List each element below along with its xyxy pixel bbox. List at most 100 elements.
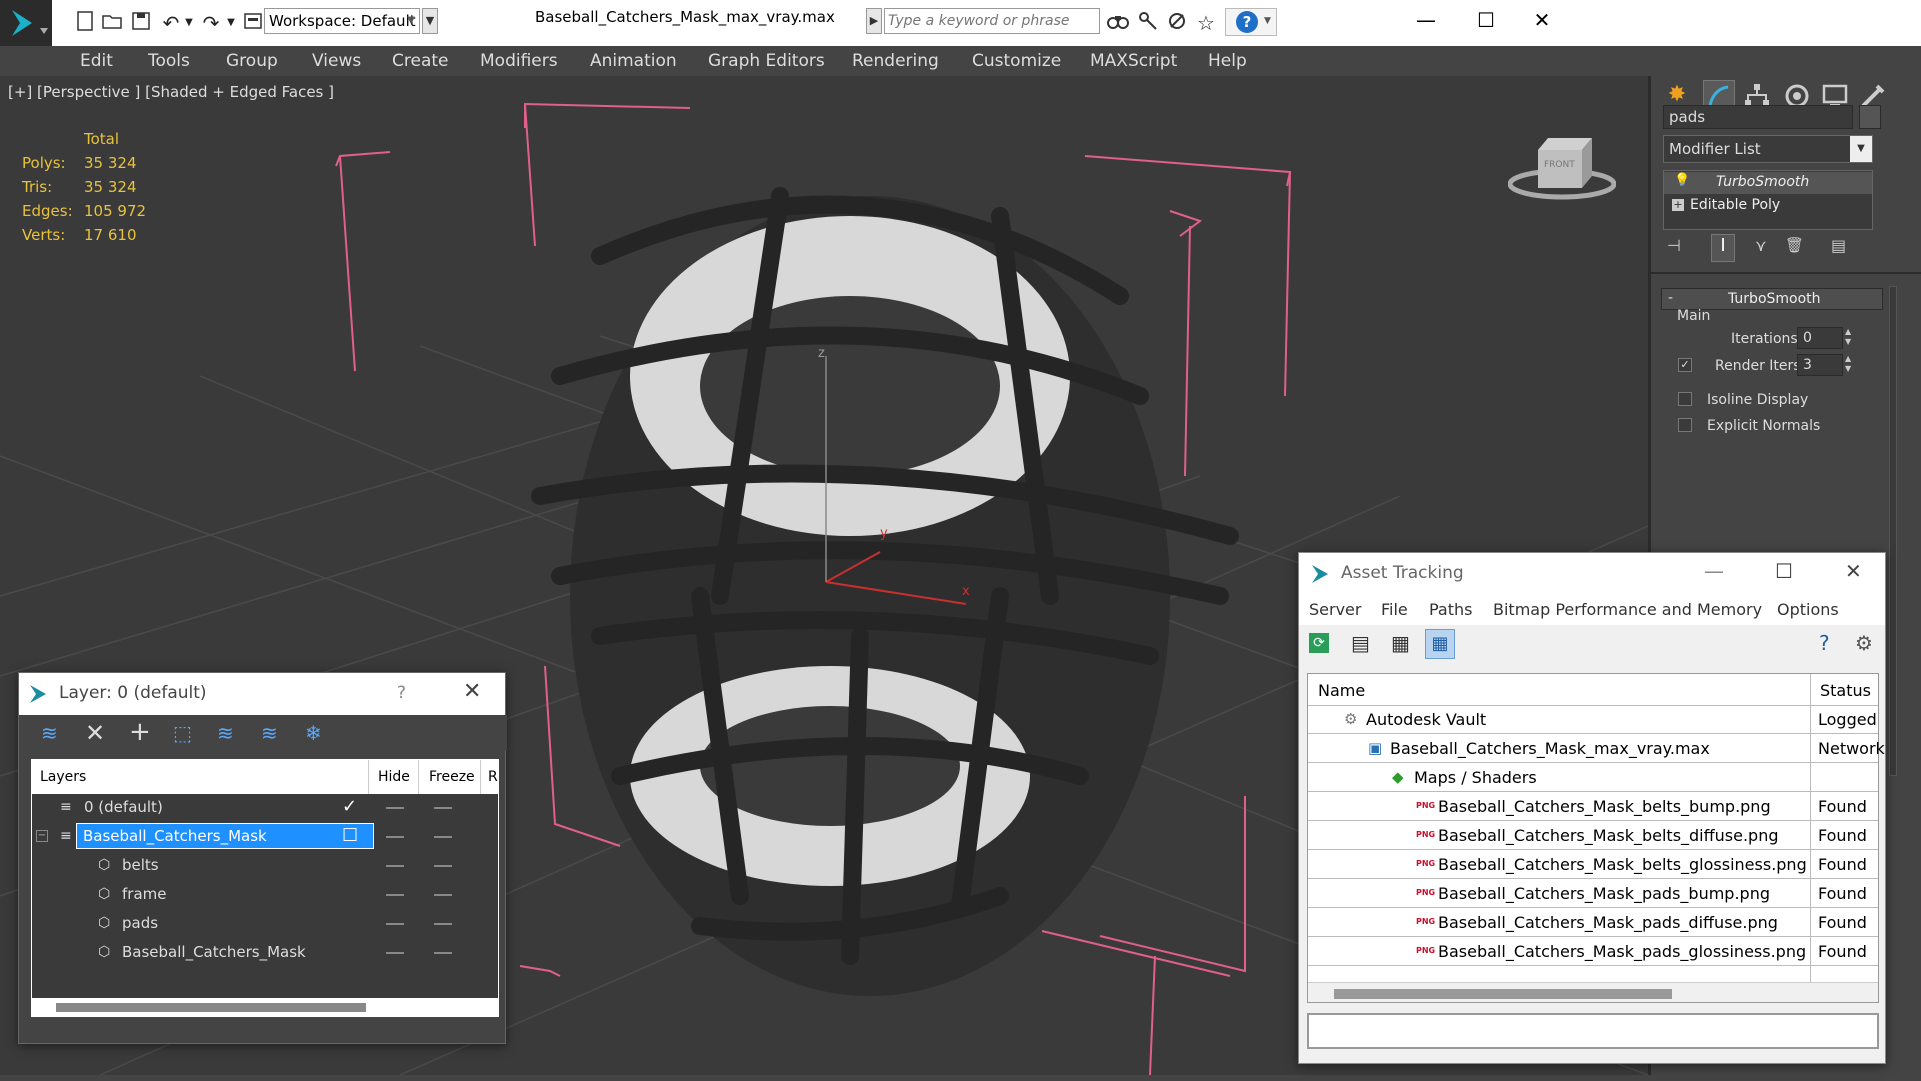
add-to-layer-icon[interactable]: +	[129, 717, 151, 747]
asset-row[interactable]: PNG Baseball_Catchers_Mask_belts_glossine…	[1308, 851, 1878, 879]
render-iters-spinner[interactable]: 3	[1797, 354, 1843, 376]
close-button[interactable]: ✕	[1512, 0, 1572, 40]
asset-table-scrollbar[interactable]	[1308, 982, 1878, 1002]
layer-name[interactable]: belts	[122, 856, 159, 874]
layer-list-scrollbar[interactable]	[32, 998, 498, 1016]
column-header-render[interactable]: R	[488, 769, 498, 785]
help-button[interactable]: ?	[397, 683, 406, 703]
asset-menu-file[interactable]: File	[1381, 600, 1408, 619]
select-layer-icon[interactable]: ⬚	[173, 721, 192, 745]
configure-sets-icon[interactable]: ▤	[1831, 236, 1855, 260]
asset-row[interactable]: PNG Baseball_Catchers_Mask_pads_diffuse.p…	[1308, 909, 1878, 937]
layer-name[interactable]: 0 (default)	[84, 798, 163, 816]
asset-menu-bitmap-performance-and-memory[interactable]: Bitmap Performance and Memory	[1493, 600, 1762, 619]
explicit-normals-checkbox[interactable]	[1678, 418, 1692, 432]
menu-rendering[interactable]: Rendering	[852, 51, 939, 71]
asset-menu-server[interactable]: Server	[1309, 600, 1361, 619]
pin-stack-icon[interactable]: ⊣	[1667, 236, 1691, 260]
hide-toggle[interactable]	[386, 865, 404, 867]
list-view-icon[interactable]: ▤	[1351, 631, 1370, 655]
freeze-toggle[interactable]	[434, 836, 452, 838]
hide-toggle[interactable]	[386, 894, 404, 896]
menu-tools[interactable]: Tools	[148, 51, 190, 71]
iterations-spinner[interactable]: 0	[1797, 327, 1843, 349]
menu-edit[interactable]: Edit	[80, 51, 113, 71]
object-color-swatch[interactable]	[1859, 105, 1881, 129]
workspace-dropdown[interactable]: Workspace: Default ▼	[264, 8, 420, 34]
new-layer-icon[interactable]: ≋	[41, 721, 58, 745]
open-file-icon[interactable]	[100, 10, 126, 36]
freeze-toggle[interactable]	[434, 894, 452, 896]
iterations-spinner-arrows[interactable]: ▲ ▼	[1845, 327, 1851, 347]
layer-row[interactable]: − ≡ Baseball_Catchers_Mask ☐	[32, 823, 498, 851]
freeze-toggle[interactable]	[434, 952, 452, 954]
new-file-icon[interactable]	[72, 10, 98, 36]
table-view-icon[interactable]: ▦	[1425, 629, 1455, 659]
refresh-icon[interactable]: ⟳	[1309, 633, 1329, 653]
asset-path-field[interactable]	[1307, 1013, 1879, 1049]
asset-menu-options[interactable]: Options	[1777, 600, 1839, 619]
asset-menu-paths[interactable]: Paths	[1429, 600, 1472, 619]
search-input[interactable]	[884, 8, 1100, 34]
highlight-layer-icon[interactable]: ≋	[217, 721, 234, 745]
maximize-button[interactable]: ☐	[1775, 559, 1793, 583]
asset-row[interactable]: ◆ Maps / Shaders	[1308, 764, 1878, 792]
star-icon[interactable]: ☆	[1193, 10, 1219, 36]
layer-name[interactable]: pads	[122, 914, 158, 932]
scrollbar-thumb[interactable]	[56, 1003, 366, 1012]
column-header-status[interactable]: Status	[1820, 681, 1871, 700]
set-current-layer-icon[interactable]: ☐	[342, 825, 358, 846]
delete-layer-icon[interactable]: ✕	[85, 719, 105, 747]
scrollbar-thumb[interactable]	[1334, 989, 1672, 999]
hide-toggle[interactable]	[386, 836, 404, 838]
minimize-button[interactable]: —	[1396, 0, 1456, 40]
workspace-menu-button[interactable]: ▼	[422, 8, 438, 34]
hide-toggle[interactable]	[386, 807, 404, 809]
render-iters-checkbox[interactable]: ✓	[1678, 358, 1692, 372]
menu-create[interactable]: Create	[392, 51, 449, 71]
make-unique-icon[interactable]: ⋎	[1755, 236, 1779, 260]
layer-name[interactable]: Baseball_Catchers_Mask	[76, 823, 374, 849]
hide-all-layers-icon[interactable]: ≋	[261, 721, 278, 745]
asset-row[interactable]: PNG Baseball_Catchers_Mask_belts_bump.png…	[1308, 793, 1878, 821]
column-header-freeze[interactable]: Freeze	[429, 769, 475, 785]
object-name-field[interactable]: pads	[1663, 105, 1853, 129]
layer-row[interactable]: ⬡ Baseball_Catchers_Mask	[32, 939, 498, 967]
save-file-icon[interactable]	[128, 10, 154, 36]
maximize-button[interactable]: ☐	[1456, 0, 1516, 40]
column-header-layers[interactable]: Layers	[40, 769, 86, 785]
menu-group[interactable]: Group	[226, 51, 278, 71]
command-panel-scrollbar[interactable]	[1889, 286, 1897, 776]
close-button[interactable]: ✕	[1845, 559, 1862, 583]
project-folder-icon[interactable]	[240, 10, 266, 36]
layer-row[interactable]: ⬡ belts	[32, 852, 498, 880]
modifier-list-dropdown[interactable]: Modifier List ▼	[1663, 135, 1873, 163]
menu-animation[interactable]: Animation	[590, 51, 677, 71]
freeze-all-layers-icon[interactable]: ❄	[305, 721, 322, 745]
layer-row[interactable]: ⬡ frame	[32, 881, 498, 909]
viewcube[interactable]: FRONT	[1507, 130, 1617, 200]
vault-settings-icon[interactable]: ⚙	[1855, 631, 1873, 655]
app-logo-icon[interactable]	[0, 0, 52, 46]
no-account-icon[interactable]	[1164, 10, 1190, 36]
stack-item-turbosmooth[interactable]: 💡 TurboSmooth	[1664, 172, 1872, 194]
freeze-toggle[interactable]	[434, 807, 452, 809]
search-expand-icon[interactable]: ▶	[866, 8, 882, 34]
close-icon[interactable]: ✕	[463, 679, 481, 704]
asset-row[interactable]: PNG Baseball_Catchers_Mask_pads_bump.png F…	[1308, 880, 1878, 908]
help-button[interactable]: ? ▼	[1225, 8, 1277, 36]
layer-name[interactable]: Baseball_Catchers_Mask	[122, 943, 306, 961]
freeze-toggle[interactable]	[434, 865, 452, 867]
menu-help[interactable]: Help	[1208, 51, 1247, 71]
hide-toggle[interactable]	[386, 923, 404, 925]
column-header-hide[interactable]: Hide	[378, 769, 410, 785]
stack-item-editable-poly[interactable]: + Editable Poly	[1664, 195, 1872, 217]
current-layer-check-icon[interactable]: ✓	[342, 796, 357, 817]
minimize-button[interactable]: —	[1704, 559, 1724, 583]
layer-name[interactable]: frame	[122, 885, 166, 903]
asset-row[interactable]: PNG Baseball_Catchers_Mask_pads_glossines…	[1308, 938, 1878, 966]
menu-graph-editors[interactable]: Graph Editors	[708, 51, 825, 71]
asset-dialog-title-bar[interactable]: Asset Tracking — ☐ ✕	[1299, 553, 1885, 595]
menu-maxscript[interactable]: MAXScript	[1090, 51, 1177, 71]
tree-view-icon[interactable]: ▦	[1391, 631, 1410, 655]
